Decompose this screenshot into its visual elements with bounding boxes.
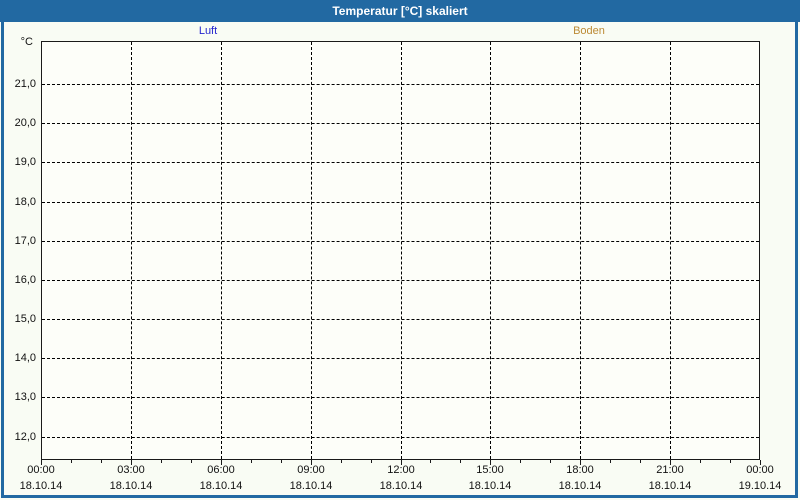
window-border-left	[1, 22, 4, 498]
x-time-label: 03:00	[117, 464, 145, 476]
window-border-right	[795, 22, 798, 498]
x-gridline	[670, 42, 671, 459]
y-tick-label: 21,0	[14, 78, 36, 90]
x-time-label: 00:00	[27, 464, 55, 476]
x-minor-tick	[71, 460, 72, 463]
x-time-label: 15:00	[476, 464, 504, 476]
x-gridline	[221, 42, 222, 459]
x-time-label: 21:00	[656, 464, 684, 476]
y-axis-unit-label: °C	[20, 36, 33, 48]
x-minor-tick	[101, 460, 102, 463]
y-tick-label: 20,0	[14, 117, 36, 129]
x-time-label: 18:00	[566, 464, 594, 476]
x-minor-tick	[610, 460, 611, 463]
y-tick-label: 18,0	[14, 196, 36, 208]
y-tick-label: 17,0	[14, 235, 36, 247]
title-bar: Temperatur [°C] skaliert	[0, 0, 800, 22]
x-time-label: 00:00	[746, 464, 774, 476]
x-date-label: 18.10.14	[648, 480, 692, 492]
x-minor-tick	[281, 460, 282, 463]
legend-item-luft: Luft	[198, 25, 218, 37]
window-border-bottom	[1, 495, 798, 498]
x-minor-tick	[640, 460, 641, 463]
x-gridline	[131, 42, 132, 459]
x-minor-tick	[251, 460, 252, 463]
plot-area	[41, 41, 760, 460]
y-tick-label: 16,0	[14, 274, 36, 286]
x-minor-tick	[730, 460, 731, 463]
x-date-label: 18.10.14	[558, 480, 602, 492]
y-tick-label: 14,0	[14, 352, 36, 364]
chart-window: Temperatur [°C] skaliert Luft Boden °C 2…	[0, 0, 800, 500]
x-minor-tick	[430, 460, 431, 463]
x-date-label: 18.10.14	[199, 480, 243, 492]
x-minor-tick	[341, 460, 342, 463]
x-date-label: 18.10.14	[468, 480, 512, 492]
x-minor-tick	[191, 460, 192, 463]
x-minor-tick	[520, 460, 521, 463]
x-time-label: 09:00	[297, 464, 325, 476]
y-tick-label: 13,0	[14, 391, 36, 403]
x-time-label: 12:00	[387, 464, 415, 476]
x-minor-tick	[700, 460, 701, 463]
x-minor-tick	[371, 460, 372, 463]
x-minor-tick	[550, 460, 551, 463]
x-date-label: 18.10.14	[109, 480, 153, 492]
y-tick-label: 19,0	[14, 156, 36, 168]
y-tick-label: 12,0	[14, 431, 36, 443]
x-gridline	[401, 42, 402, 459]
x-date-label: 18.10.14	[379, 480, 423, 492]
x-gridline	[311, 42, 312, 459]
x-gridline	[580, 42, 581, 459]
legend-item-boden: Boden	[573, 25, 605, 37]
x-date-label: 18.10.14	[289, 480, 333, 492]
x-time-label: 06:00	[207, 464, 235, 476]
x-gridline	[490, 42, 491, 459]
x-minor-tick	[460, 460, 461, 463]
x-date-label: 19.10.14	[738, 480, 782, 492]
x-date-label: 18.10.14	[19, 480, 63, 492]
y-tick-label: 15,0	[14, 313, 36, 325]
window-title: Temperatur [°C] skaliert	[332, 4, 468, 18]
x-minor-tick	[161, 460, 162, 463]
